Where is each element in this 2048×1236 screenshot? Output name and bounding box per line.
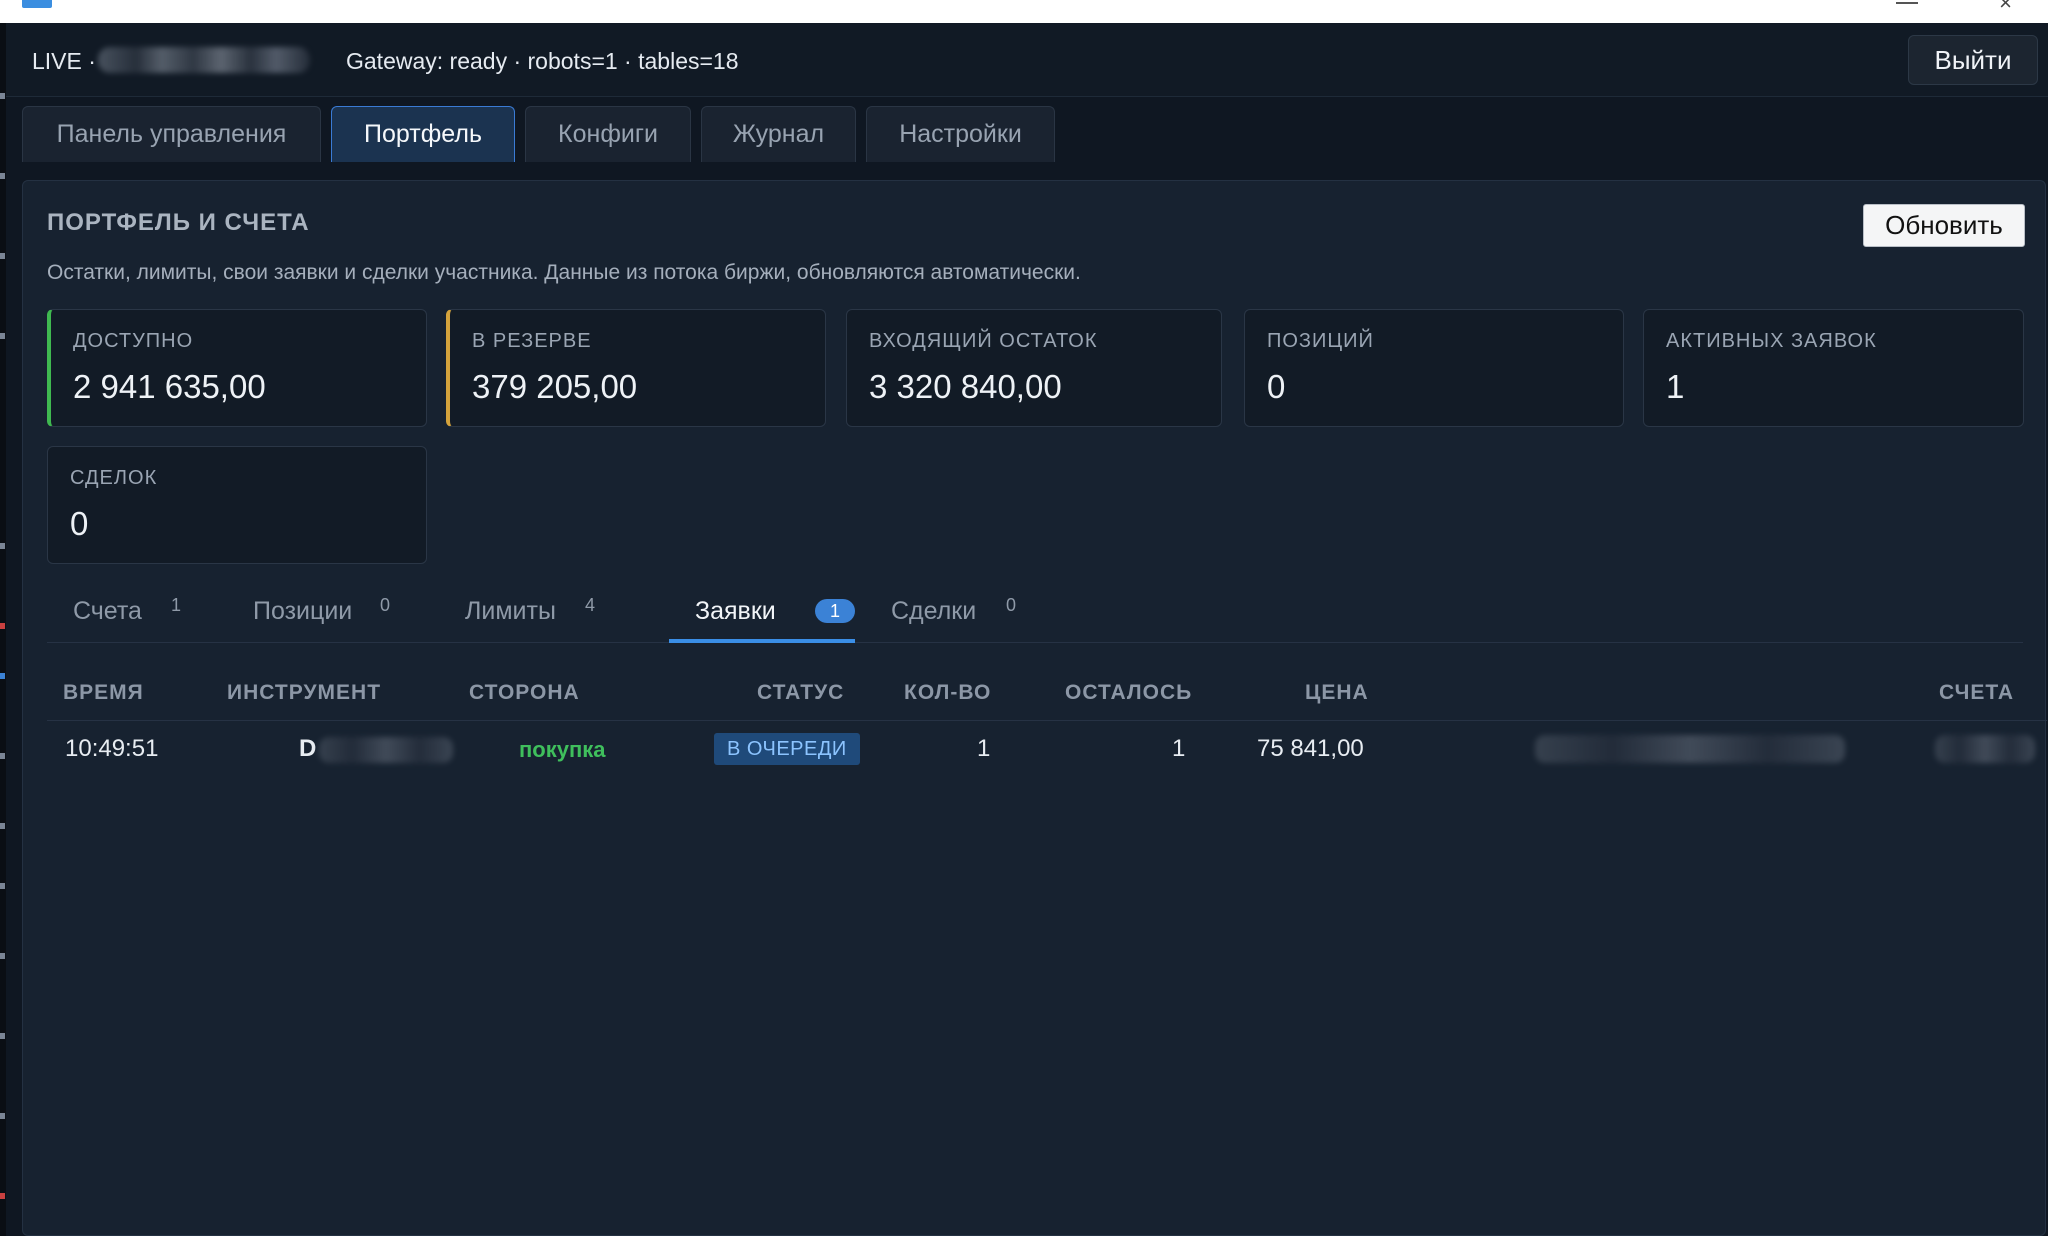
col-accounts[interactable]: СЧЕТА xyxy=(1939,681,2014,705)
close-icon[interactable]: × xyxy=(1999,0,2012,16)
card-active-orders: АКТИВНЫХ ЗАЯВОК 1 xyxy=(1643,309,2024,427)
card-label: АКТИВНЫХ ЗАЯВОК xyxy=(1666,330,1877,352)
card-label: СДЕЛОК xyxy=(70,467,158,489)
subtab-trades[interactable]: Сделки 0 xyxy=(891,595,1016,643)
panel-description: Остатки, лимиты, свои заявки и сделки уч… xyxy=(47,261,1081,284)
subtab-count: 0 xyxy=(380,595,391,615)
account-redacted xyxy=(1535,735,1845,763)
active-subtab-underline xyxy=(669,639,855,643)
subtab-count: 4 xyxy=(585,595,596,615)
tab-configs[interactable]: Конфиги xyxy=(525,106,691,162)
status-badge: В ОЧЕРЕДИ xyxy=(714,733,860,765)
subtab-positions[interactable]: Позиции 0 xyxy=(253,595,390,643)
tab-journal[interactable]: Журнал xyxy=(701,106,856,162)
col-side[interactable]: СТОРОНА xyxy=(469,681,580,705)
orders-table-header: ВРЕМЯ ИНСТРУМЕНТ СТОРОНА СТАТУС КОЛ-ВО О… xyxy=(47,671,2047,721)
col-instrument[interactable]: ИНСТРУМЕНТ xyxy=(227,681,381,705)
portfolio-panel: ПОРТФЕЛЬ И СЧЕТА Обновить Остатки, лимит… xyxy=(22,180,2047,1236)
left-edge-strip xyxy=(0,23,6,1236)
card-label: ПОЗИЦИЙ xyxy=(1267,330,1374,352)
subtab-label: Лимиты xyxy=(465,597,556,625)
card-label: В РЕЗЕРВЕ xyxy=(472,330,592,352)
card-label: ДОСТУПНО xyxy=(73,330,194,352)
order-remaining: 1 xyxy=(1172,735,1186,762)
window-titlebar: × xyxy=(0,0,2048,23)
card-incoming-balance: ВХОДЯЩИЙ ОСТАТОК 3 320 840,00 xyxy=(846,309,1222,427)
order-time: 10:49:51 xyxy=(65,735,159,762)
subtab-label: Сделки xyxy=(891,597,977,625)
subtab-label: Позиции xyxy=(253,597,353,625)
card-available: ДОСТУПНО 2 941 635,00 xyxy=(47,309,427,427)
minimize-icon[interactable] xyxy=(1896,0,1918,4)
col-price[interactable]: ЦЕНА xyxy=(1305,681,1369,705)
col-time[interactable]: ВРЕМЯ xyxy=(63,681,144,705)
subtab-limits[interactable]: Лимиты 4 xyxy=(465,595,595,643)
tab-portfolio[interactable]: Портфель xyxy=(331,106,515,162)
app-icon xyxy=(22,0,52,8)
gateway-status: Gateway: ready · robots=1 · tables=18 xyxy=(346,48,739,74)
card-reserved: В РЕЗЕРВЕ 379 205,00 xyxy=(446,309,826,427)
card-value: 1 xyxy=(1666,368,1685,405)
col-qty[interactable]: КОЛ-ВО xyxy=(904,681,991,705)
instrument-redacted xyxy=(319,737,453,763)
card-value: 2 941 635,00 xyxy=(73,368,266,405)
subtab-label: Счета xyxy=(73,597,142,625)
order-side: покупка xyxy=(519,737,606,762)
logout-button[interactable]: Выйти xyxy=(1908,35,2038,85)
sub-tabs: Счета 1 Позиции 0 Лимиты 4 Заявки 1 Сдел… xyxy=(47,581,2023,643)
card-value: 3 320 840,00 xyxy=(869,368,1062,405)
card-value: 0 xyxy=(70,505,89,542)
card-positions: ПОЗИЦИЙ 0 xyxy=(1244,309,1624,427)
subtab-label: Заявки xyxy=(695,597,776,625)
tab-dashboard[interactable]: Панель управления xyxy=(22,106,321,162)
account-name-redacted xyxy=(98,47,310,73)
refresh-button[interactable]: Обновить xyxy=(1863,204,2025,247)
account-redacted xyxy=(1935,735,2035,763)
card-value: 379 205,00 xyxy=(472,368,638,405)
card-trades: СДЕЛОК 0 xyxy=(47,446,427,564)
live-label: LIVE · xyxy=(32,48,96,74)
col-status[interactable]: СТАТУС xyxy=(757,681,844,705)
col-remaining[interactable]: ОСТАЛОСЬ xyxy=(1065,681,1192,705)
top-bar: LIVE · Gateway: ready · robots=1 · table… xyxy=(6,23,2048,97)
order-instrument: D xyxy=(299,735,317,762)
card-value: 0 xyxy=(1267,368,1286,405)
card-label: ВХОДЯЩИЙ ОСТАТОК xyxy=(869,330,1098,352)
tab-settings[interactable]: Настройки xyxy=(866,106,1055,162)
subtab-accounts[interactable]: Счета 1 xyxy=(73,595,181,643)
subtab-count: 1 xyxy=(171,595,182,615)
subtab-orders[interactable]: Заявки 1 xyxy=(695,597,855,643)
table-row[interactable]: 10:49:51 D покупка В ОЧЕРЕДИ 1 1 75 841,… xyxy=(47,721,2047,781)
order-qty: 1 xyxy=(977,735,991,762)
subtab-count: 0 xyxy=(1006,595,1017,615)
subtab-count-badge: 1 xyxy=(815,599,855,623)
panel-title: ПОРТФЕЛЬ И СЧЕТА xyxy=(47,209,310,236)
order-price: 75 841,00 xyxy=(1257,735,1364,762)
